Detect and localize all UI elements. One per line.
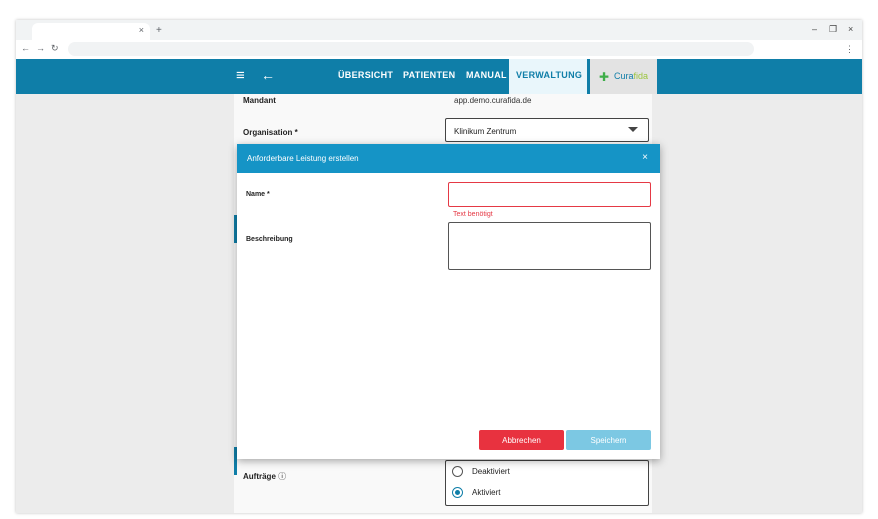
logo-cross-icon: ✚ bbox=[599, 70, 610, 84]
dialog-title: Anforderbare Leistung erstellen bbox=[247, 154, 359, 163]
window-close-icon[interactable]: × bbox=[848, 24, 853, 34]
auftraege-radio-group: Deaktiviert Aktiviert bbox=[445, 460, 649, 506]
tab-strip: × + – ❐ × bbox=[16, 20, 862, 40]
mandant-value: app.demo.curafida.de bbox=[454, 96, 532, 105]
dropdown-caret-icon bbox=[628, 127, 638, 132]
mandant-label: Mandant bbox=[243, 96, 276, 105]
name-input[interactable] bbox=[448, 182, 651, 207]
create-service-dialog: Anforderbare Leistung erstellen × Name *… bbox=[237, 144, 660, 459]
back-arrow-icon[interactable]: ← bbox=[21, 43, 30, 53]
organisation-label: Organisation * bbox=[243, 128, 298, 137]
app-header: ≡ ← ÜBERSICHT PATIENTEN MANUAL VERWALTUN… bbox=[16, 59, 862, 94]
auftraege-label: Aufträge ⓘ bbox=[243, 472, 287, 481]
minimize-icon[interactable]: – bbox=[812, 24, 817, 34]
curafida-logo: ✚ Curafida bbox=[587, 59, 657, 94]
reload-icon[interactable]: ↻ bbox=[51, 43, 59, 54]
nav-uebersicht[interactable]: ÜBERSICHT bbox=[338, 70, 393, 80]
dialog-header: Anforderbare Leistung erstellen × bbox=[237, 144, 660, 173]
nav-patienten[interactable]: PATIENTEN bbox=[403, 70, 455, 80]
nav-verwaltung[interactable]: VERWALTUNG bbox=[509, 59, 590, 94]
radio-label-aktiviert: Aktiviert bbox=[472, 488, 501, 497]
cancel-button[interactable]: Abbrechen bbox=[479, 430, 564, 450]
hamburger-menu-icon[interactable]: ≡ bbox=[236, 67, 245, 84]
tab-close-icon[interactable]: × bbox=[139, 25, 144, 35]
radio-aktiviert[interactable] bbox=[452, 487, 463, 498]
name-error-text: Text benötigt bbox=[453, 211, 493, 218]
logo-text: Curafida bbox=[614, 71, 649, 81]
radio-deaktiviert[interactable] bbox=[452, 466, 463, 477]
description-textarea[interactable] bbox=[448, 222, 651, 270]
browser-menu-icon[interactable]: ⋮ bbox=[845, 44, 854, 55]
nav-manual[interactable]: MANUAL bbox=[466, 70, 507, 80]
save-button[interactable]: Speichern bbox=[566, 430, 651, 450]
forward-arrow-icon[interactable]: → bbox=[36, 43, 45, 53]
organisation-select[interactable]: Klinikum Zentrum bbox=[445, 118, 649, 142]
radio-label-deaktiviert: Deaktiviert bbox=[472, 467, 510, 476]
restore-icon[interactable]: ❐ bbox=[829, 24, 837, 35]
description-label: Beschreibung bbox=[246, 236, 293, 243]
info-icon[interactable]: ⓘ bbox=[278, 472, 286, 481]
browser-tab[interactable]: × bbox=[32, 23, 150, 40]
name-label: Name * bbox=[246, 191, 270, 198]
back-icon[interactable]: ← bbox=[261, 67, 275, 83]
organisation-value: Klinikum Zentrum bbox=[454, 127, 517, 136]
url-input[interactable] bbox=[68, 42, 754, 56]
new-tab-icon[interactable]: + bbox=[156, 25, 162, 36]
dialog-close-icon[interactable]: × bbox=[642, 152, 648, 163]
address-bar: ← → ↻ ⋮ bbox=[16, 40, 862, 59]
